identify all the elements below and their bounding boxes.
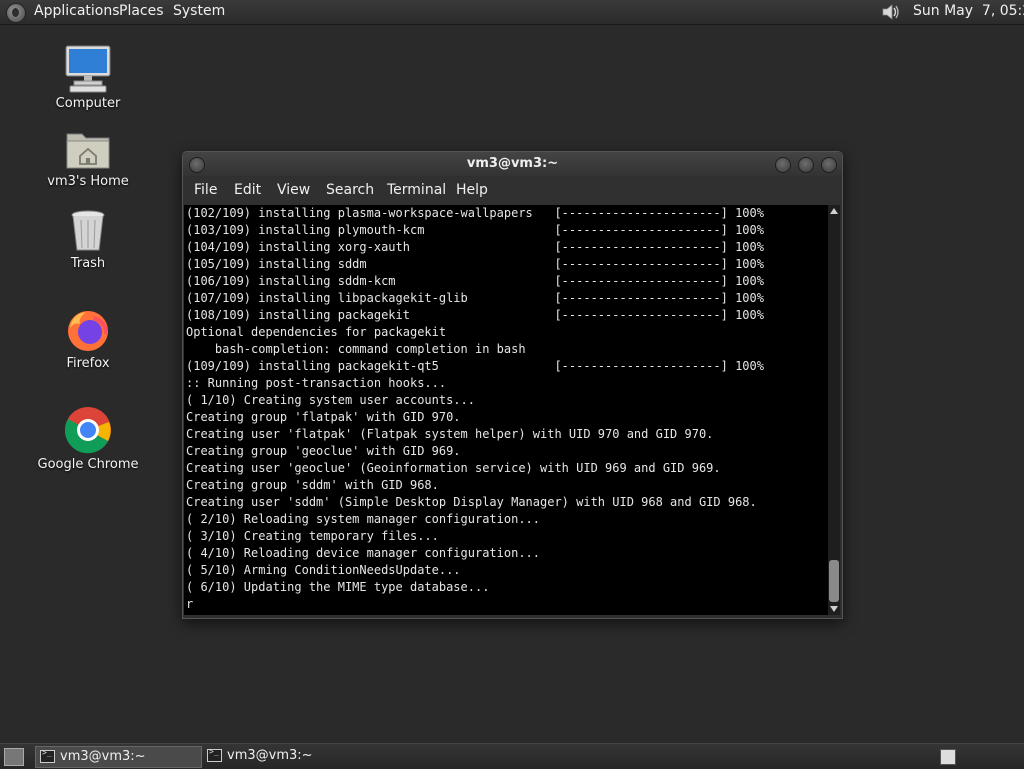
trash-icon: [71, 210, 105, 251]
desktop-icon-trash[interactable]: Trash: [33, 208, 143, 271]
terminal-line: ( 1/10) Creating system user accounts...: [186, 393, 475, 407]
terminal-line: r: [186, 597, 194, 611]
terminal-line: ( 5/10) Arming ConditionNeedsUpdate...: [186, 563, 461, 577]
computer-icon: [65, 45, 111, 93]
gnome-foot-icon[interactable]: [6, 3, 26, 23]
terminal-line: (109/109) installing packagekit-qt5 [---…: [186, 359, 764, 373]
places-menu[interactable]: Places: [119, 3, 164, 19]
taskbar-item-label: vm3@vm3:~: [60, 749, 146, 764]
system-menu[interactable]: System: [173, 3, 225, 19]
terminal-line: bash-completion: command completion in b…: [186, 342, 526, 356]
menu-file[interactable]: File: [194, 182, 217, 198]
workspace-switcher[interactable]: [940, 749, 956, 765]
desktop-icon-label: Computer: [55, 96, 121, 111]
terminal-line: (102/109) installing plasma-workspace-wa…: [186, 206, 764, 220]
terminal-line: (107/109) installing libpackagekit-glib …: [186, 291, 764, 305]
chrome-icon: [64, 407, 111, 454]
menu-terminal[interactable]: Terminal: [387, 182, 446, 198]
terminal-line: :: Running post-transaction hooks...: [186, 376, 447, 390]
terminal-window[interactable]: vm3@vm3:~ File Edit View Search Terminal…: [182, 151, 843, 619]
taskbar-item-label: vm3@vm3:~: [227, 748, 313, 763]
terminal-text: (102/109) installing plasma-workspace-wa…: [184, 205, 828, 613]
desktop-icon-label: vm3's Home: [47, 174, 129, 189]
close-button[interactable]: [821, 157, 837, 173]
bottom-panel: vm3@vm3:~ vm3@vm3:~: [0, 743, 1024, 769]
top-panel: Applications Places System Sun May 7, 05…: [0, 0, 1024, 25]
terminal-line: (104/109) installing xorg-xauth [-------…: [186, 240, 764, 254]
scrollbar-thumb[interactable]: [829, 560, 839, 602]
show-desktop-icon[interactable]: [4, 748, 24, 766]
terminal-line: ( 6/10) Updating the MIME type database.…: [186, 580, 490, 594]
terminal-menubar: File Edit View Search Terminal Help: [183, 177, 842, 204]
terminal-line: ( 4/10) Reloading device manager configu…: [186, 546, 541, 560]
scroll-down-icon[interactable]: [830, 606, 838, 612]
terminal-icon: [207, 747, 222, 762]
menu-view[interactable]: View: [277, 182, 310, 198]
terminal-line: ( 3/10) Creating temporary files...: [186, 529, 439, 543]
taskbar-item-terminal-2[interactable]: vm3@vm3:~: [203, 746, 368, 766]
terminal-line: Optional dependencies for packagekit: [186, 325, 447, 339]
desktop-icon-computer[interactable]: Computer: [33, 44, 143, 111]
terminal-output[interactable]: (102/109) installing plasma-workspace-wa…: [184, 205, 828, 615]
menu-help[interactable]: Help: [456, 182, 488, 198]
terminal-line: Creating user 'geoclue' (Geoinformation …: [186, 461, 721, 475]
terminal-line: (103/109) installing plymouth-kcm [-----…: [186, 223, 764, 237]
terminal-line: Creating user 'sddm' (Simple Desktop Dis…: [186, 495, 757, 509]
clock[interactable]: Sun May 7, 05:27: [913, 3, 1024, 19]
firefox-icon: [68, 311, 108, 351]
terminal-line: (108/109) installing packagekit [-------…: [186, 308, 764, 322]
desktop-icon-chrome[interactable]: Google Chrome: [33, 405, 143, 472]
home-folder-icon: [66, 133, 110, 169]
volume-icon[interactable]: [880, 2, 902, 22]
terminal-scrollbar[interactable]: [828, 205, 840, 615]
terminal-line: Creating group 'sddm' with GID 968.: [186, 478, 439, 492]
terminal-line: Creating group 'flatpak' with GID 970.: [186, 410, 461, 424]
maximize-button[interactable]: [798, 157, 814, 173]
terminal-line: ( 2/10) Reloading system manager configu…: [186, 512, 541, 526]
window-titlebar[interactable]: vm3@vm3:~: [183, 152, 842, 176]
scroll-up-icon[interactable]: [830, 208, 838, 214]
terminal-icon: [40, 748, 55, 763]
terminal-line: Creating user 'flatpak' (Flatpak system …: [186, 427, 714, 441]
taskbar-item-terminal-1[interactable]: vm3@vm3:~: [35, 746, 202, 768]
window-title: vm3@vm3:~: [466, 156, 559, 171]
menu-search[interactable]: Search: [326, 182, 374, 198]
terminal-line: Creating group 'geoclue' with GID 969.: [186, 444, 461, 458]
minimize-button[interactable]: [775, 157, 791, 173]
desktop-icon-home[interactable]: vm3's Home: [33, 128, 143, 189]
desktop-icon-label: Google Chrome: [37, 457, 139, 472]
desktop-icon-label: Trash: [70, 256, 106, 271]
terminal-line: (105/109) installing sddm [-------------…: [186, 257, 764, 271]
menu-edit[interactable]: Edit: [234, 182, 261, 198]
desktop-icon-firefox[interactable]: Firefox: [33, 308, 143, 371]
applications-menu[interactable]: Applications: [34, 3, 120, 19]
desktop-icon-label: Firefox: [66, 356, 110, 371]
terminal-line: (106/109) installing sddm-kcm [---------…: [186, 274, 764, 288]
